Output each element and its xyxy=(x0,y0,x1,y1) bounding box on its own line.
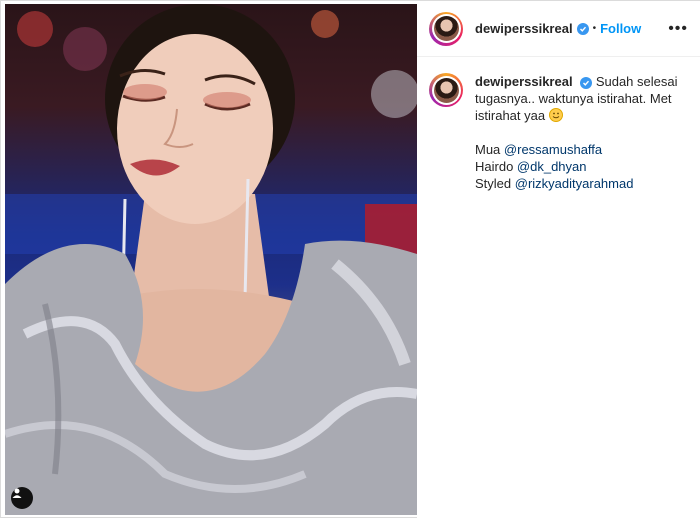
profile-picture xyxy=(433,16,459,41)
credit-hairdo: Hairdo @dk_dhyan xyxy=(475,158,688,175)
mention-link[interactable]: @dk_dhyan xyxy=(517,159,587,174)
verified-badge-icon xyxy=(576,22,589,35)
caption-profile-picture xyxy=(433,77,459,103)
follow-button[interactable]: Follow xyxy=(600,21,641,36)
credit-label: Hairdo xyxy=(475,159,514,174)
mention-link[interactable]: @ressamushaffa xyxy=(504,142,602,157)
user-tag-icon[interactable] xyxy=(11,487,33,509)
caption-username[interactable]: dewiperssikreal xyxy=(475,74,573,89)
caption-body: dewiperssikreal Sudah selesai tugasnya..… xyxy=(475,73,688,192)
caption: dewiperssikreal Sudah selesai tugasnya..… xyxy=(417,57,700,192)
separator-dot: • xyxy=(592,23,597,34)
avatar[interactable] xyxy=(429,11,463,46)
post-header: dewiperssikreal • Follow ••• xyxy=(417,1,700,57)
caption-verified-badge-icon xyxy=(580,76,593,89)
header-username[interactable]: dewiperssikreal xyxy=(475,21,573,36)
post-frame: dewiperssikreal • Follow ••• dewiperssik… xyxy=(0,0,700,518)
photo-illustration xyxy=(5,4,417,515)
credit-styled: Styled @rizkyadityarahmad xyxy=(475,175,688,192)
credit-label: Styled xyxy=(475,176,512,191)
smiling-face-icon xyxy=(548,108,563,122)
more-options-icon[interactable]: ••• xyxy=(668,20,688,38)
mention-link[interactable]: @rizkyadityarahmad xyxy=(515,176,634,191)
post-side-panel: dewiperssikreal • Follow ••• dewiperssik… xyxy=(417,1,700,518)
caption-avatar[interactable] xyxy=(429,73,463,107)
credit-label: Mua xyxy=(475,142,501,157)
credit-mua: Mua @ressamushaffa xyxy=(475,141,688,158)
post-photo[interactable] xyxy=(5,4,417,515)
